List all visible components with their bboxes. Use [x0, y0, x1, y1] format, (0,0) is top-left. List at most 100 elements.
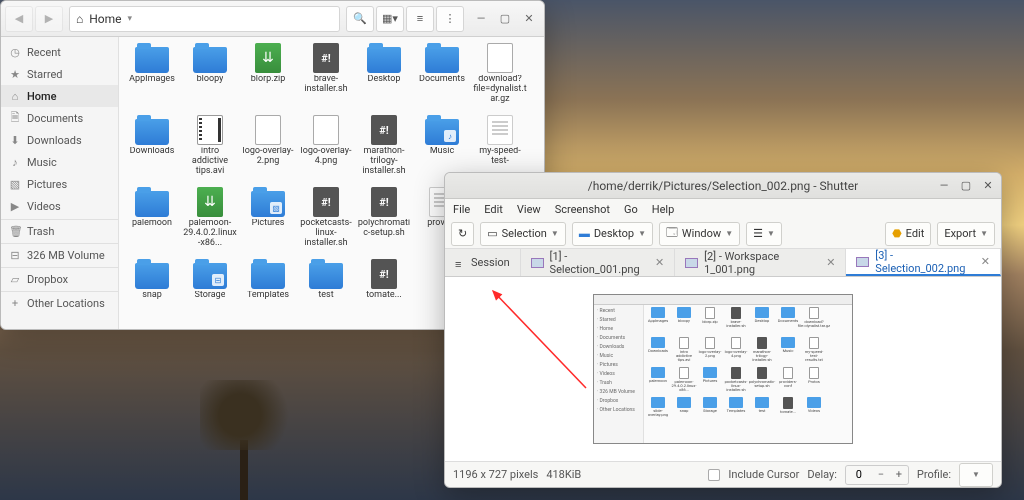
sidebar-item-documents[interactable]: 🗎Documents	[1, 107, 118, 129]
view-list-button[interactable]: ≡	[406, 6, 434, 32]
file-label: Pictures	[252, 219, 285, 229]
sidebar-icon: 🗎	[9, 109, 21, 128]
file-item[interactable]: #!tomate...	[355, 257, 413, 329]
delay-decrement[interactable]: −	[872, 468, 890, 481]
sidebar-item-326-mb-volume[interactable]: ⊟326 MB Volume	[1, 243, 118, 265]
sidebar-item-trash[interactable]: 🗑Trash	[1, 219, 118, 241]
sidebar-icon: ★	[9, 68, 21, 81]
file-item[interactable]: Downloads	[123, 113, 181, 185]
file-item[interactable]: bloopy	[181, 41, 239, 113]
menu-edit[interactable]: Edit	[484, 203, 503, 216]
sidebar-item-downloads[interactable]: ⬇Downloads	[1, 129, 118, 151]
tab[interactable]: ≡Session	[445, 249, 521, 276]
redo-button[interactable]: ↻	[451, 222, 474, 246]
sidebar-item-music[interactable]: ♪Music	[1, 151, 118, 173]
profile-dropdown[interactable]: ▼	[959, 463, 993, 487]
file-item[interactable]: AppImages	[123, 41, 181, 113]
file-item[interactable]: ⇊palemoon-29.4.0.2.linux-x86...	[181, 185, 239, 257]
sidebar-item-dropbox[interactable]: ▱Dropbox	[1, 267, 118, 289]
tab[interactable]: [3] - Selection_002.png ✕	[846, 249, 1001, 276]
delay-input[interactable]	[846, 468, 872, 481]
search-button[interactable]: 🔍	[346, 6, 374, 32]
status-filesize: 418KiB	[546, 468, 581, 481]
file-item[interactable]: snap	[123, 257, 181, 329]
file-item[interactable]: logo-overlay-2.png	[239, 113, 297, 185]
maximize-button[interactable]: ▢	[959, 179, 973, 192]
file-item[interactable]: palemoon	[123, 185, 181, 257]
forward-button[interactable]: ▶	[35, 6, 63, 32]
sidebar-item-recent[interactable]: ◷Recent	[1, 41, 118, 63]
screenshot-preview[interactable]: · Recent· Starred· Home· Documents· Down…	[593, 294, 853, 444]
minimize-button[interactable]: —	[937, 179, 951, 192]
file-label: bloopy	[197, 75, 224, 85]
file-item[interactable]: test	[297, 257, 355, 329]
file-label: pocketcasts-linux-installer.sh	[298, 219, 354, 249]
sidebar-item-videos[interactable]: ▶Videos	[1, 195, 118, 217]
edit-button[interactable]: ⬣Edit	[885, 222, 931, 246]
path-bar[interactable]: ⌂ Home ▾	[69, 6, 340, 32]
file-item[interactable]: logo-overlay-4.png	[297, 113, 355, 185]
tab-close[interactable]: ✕	[826, 256, 835, 269]
sidebar-icon: +	[9, 297, 21, 310]
minimize-button[interactable]: —	[470, 8, 492, 30]
tab-thumbnail	[856, 257, 869, 267]
file-label: logo-overlay-4.png	[298, 147, 354, 167]
file-item[interactable]: ▧Pictures	[239, 185, 297, 257]
sidebar-icon: ⬇	[9, 134, 21, 147]
menu-help[interactable]: Help	[652, 203, 675, 216]
delay-label: Delay:	[807, 468, 837, 481]
file-label: test	[318, 291, 333, 301]
file-label: Storage	[195, 291, 226, 301]
delay-increment[interactable]: +	[890, 468, 908, 481]
sidebar-icon: ⊟	[9, 249, 21, 262]
delay-stepper[interactable]: − +	[845, 465, 909, 485]
file-label: Desktop	[368, 75, 401, 85]
close-button[interactable]: ✕	[981, 179, 995, 192]
export-button[interactable]: Export▼	[937, 222, 995, 246]
sidebar-item-starred[interactable]: ★Starred	[1, 63, 118, 85]
file-item[interactable]: #!brave-installer.sh	[297, 41, 355, 113]
view-grid-button[interactable]: ▦▾	[376, 6, 404, 32]
file-item[interactable]: intro addictive tips.avi	[181, 113, 239, 185]
file-label: my-speed-test-	[472, 147, 528, 167]
file-item[interactable]: #!pocketcasts-linux-installer.sh	[297, 185, 355, 257]
include-cursor-label: Include Cursor	[728, 468, 799, 481]
preview-canvas: · Recent· Starred· Home· Documents· Down…	[445, 277, 1001, 461]
file-item[interactable]: #!marathon-trilogy-installer.sh	[355, 113, 413, 185]
menu-file[interactable]: File	[453, 203, 470, 216]
file-item[interactable]: Desktop	[355, 41, 413, 113]
desktop-capture-button[interactable]: ▬Desktop▼	[572, 222, 653, 246]
sidebar-item-home[interactable]: ⌂Home	[1, 85, 118, 107]
file-item[interactable]: ⇊blorp.zip	[239, 41, 297, 113]
sidebar-item-pictures[interactable]: ▧Pictures	[1, 173, 118, 195]
desktop-icon: ▬	[579, 227, 590, 240]
file-item[interactable]: Templates	[239, 257, 297, 329]
file-label: polychromatic-setup.sh	[356, 219, 412, 239]
menu-view[interactable]: View	[517, 203, 541, 216]
tab-close[interactable]: ✕	[981, 255, 990, 268]
close-button[interactable]: ✕	[518, 8, 540, 30]
back-button[interactable]: ◀	[5, 6, 33, 32]
sidebar-icon: ▱	[9, 273, 21, 286]
tab-close[interactable]: ✕	[655, 256, 664, 269]
hamburger-button[interactable]: ⋮	[436, 6, 464, 32]
file-label: Downloads	[130, 147, 175, 157]
include-cursor-checkbox[interactable]	[708, 469, 720, 481]
menu-capture-button[interactable]: ☰▼	[746, 222, 782, 246]
window-capture-button[interactable]: 🗔Window▼	[659, 222, 740, 246]
tab-thumbnail	[685, 258, 698, 268]
tab-label: [3] - Selection_002.png	[875, 249, 975, 275]
tab[interactable]: [1] - Selection_001.png✕	[521, 249, 676, 276]
menu-screenshot[interactable]: Screenshot	[555, 203, 610, 216]
tab[interactable]: [2] - Workspace 1_001.png✕	[675, 249, 846, 276]
maximize-button[interactable]: ▢	[494, 8, 516, 30]
file-item[interactable]: ⊟Storage	[181, 257, 239, 329]
file-item[interactable]: Documents	[413, 41, 471, 113]
file-item[interactable]: #!polychromatic-setup.sh	[355, 185, 413, 257]
selection-tool-button[interactable]: ▭Selection▼	[480, 222, 566, 246]
menu-go[interactable]: Go	[624, 203, 638, 216]
file-item[interactable]: download?file=dynalist.tar.gz	[471, 41, 529, 113]
annotation-arrow	[481, 283, 591, 393]
sidebar-item-other-locations[interactable]: +Other Locations	[1, 291, 118, 313]
tab-thumbnail	[531, 258, 544, 268]
